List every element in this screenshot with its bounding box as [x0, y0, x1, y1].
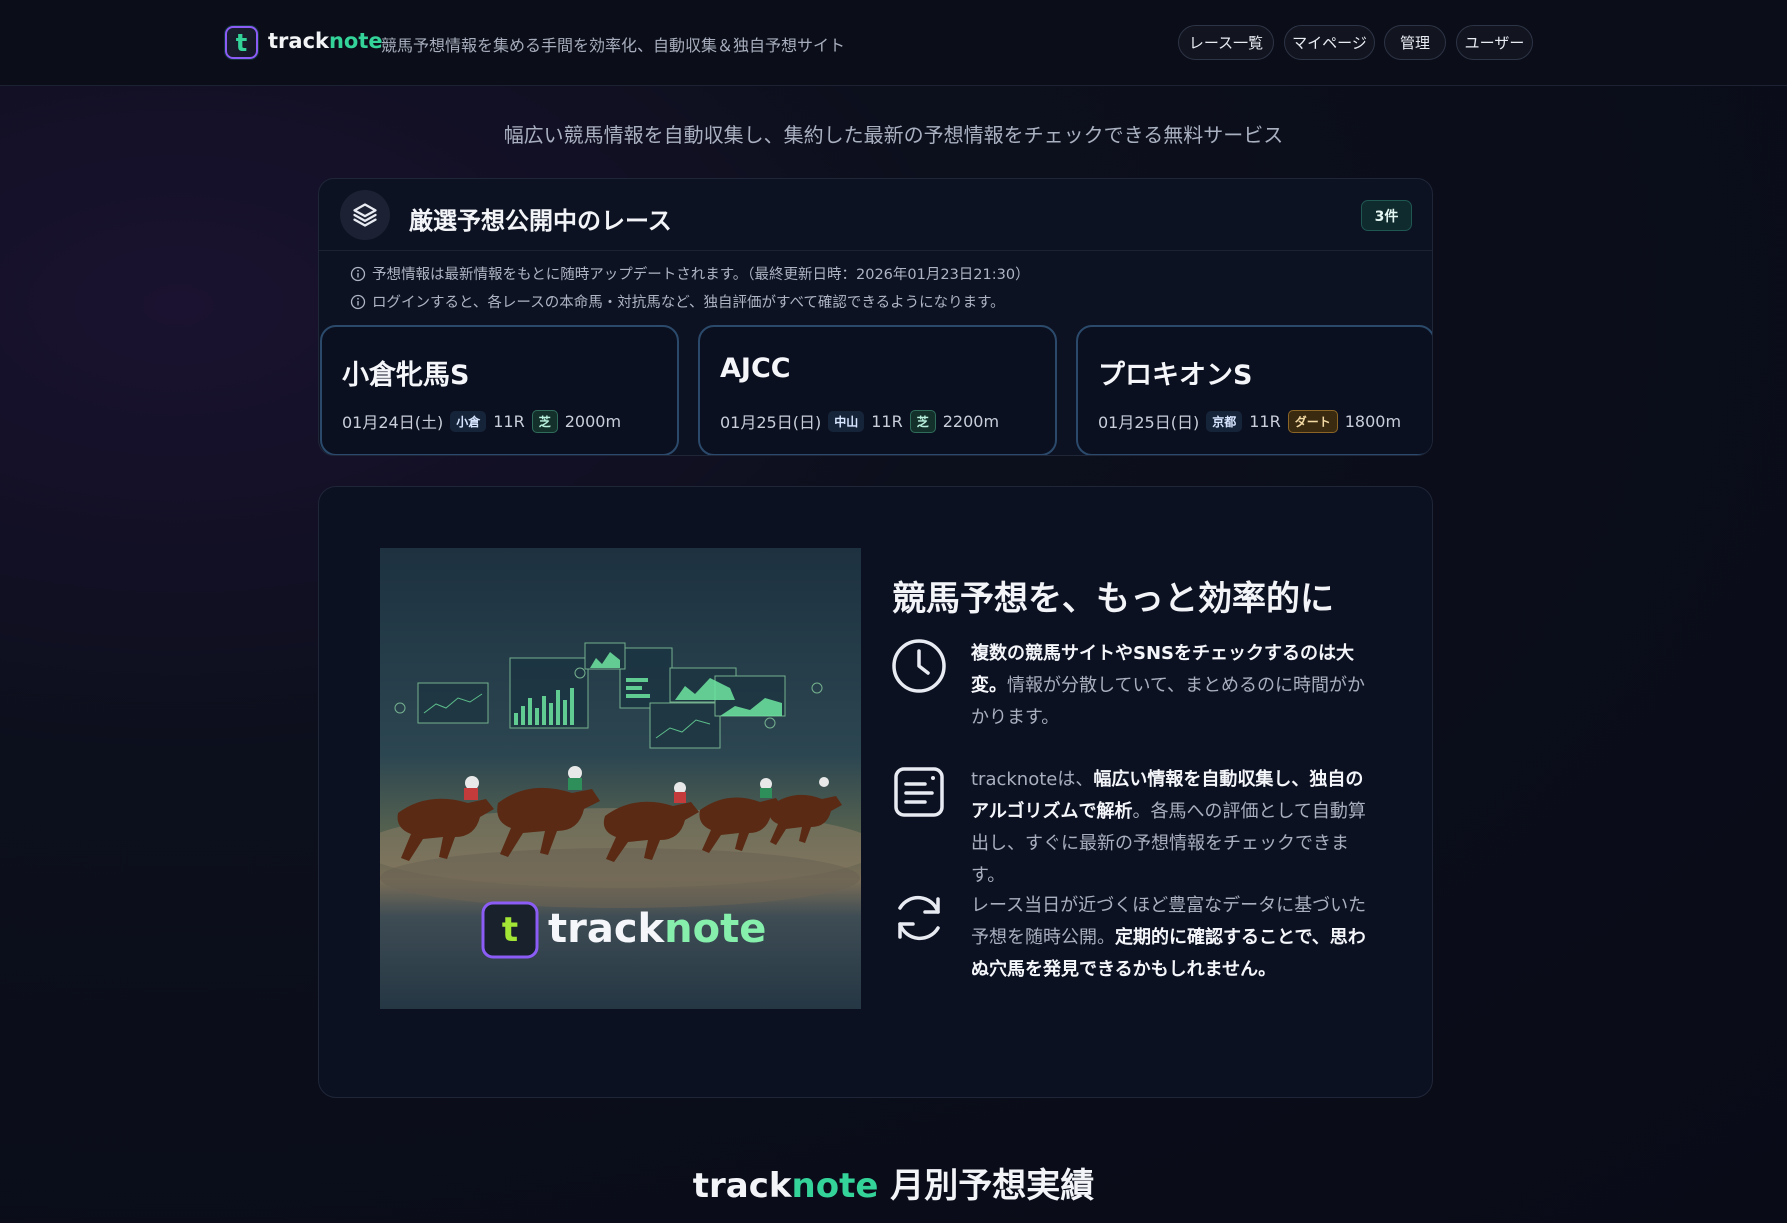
feature-text: レース当日が近づくほど豊富なデータに基づいた予想を随時公開。定期的に確認すること… — [971, 890, 1371, 986]
login-note-text: ログインすると、各レースの本命馬・対抗馬など、独自評価がすべて確認できるようにな… — [372, 295, 1005, 311]
race-card[interactable]: プロキオンS 01月25日(日) 京都 11R ダート 1800m — [1076, 325, 1432, 455]
feature-lead: tracknoteは、 — [971, 769, 1094, 790]
race-distance: 1800m — [1344, 411, 1402, 431]
featured-title: 厳選予想公開中のレース — [409, 207, 672, 235]
nav-race-list-button[interactable]: レース一覧 — [1178, 25, 1274, 60]
course-chip: 京都 — [1206, 410, 1243, 432]
surface-chip: 芝 — [531, 409, 558, 433]
brand-name[interactable]: tracknote — [268, 29, 383, 53]
feature-text: 複数の競馬サイトやSNSをチェックするのは大変。情報が分散していて、まとめるのに… — [971, 638, 1371, 734]
feature-body: 情報が分散していて、まとめるのに時間がかかります。 — [971, 675, 1366, 728]
race-meta: 01月24日(土) 小倉 11R 芝 2000m — [342, 409, 628, 433]
logo-icon[interactable]: t — [225, 26, 258, 59]
surface-chip: ダート — [1287, 409, 1338, 433]
race-number: 11R — [871, 411, 903, 431]
monthly-title: 月別予想実績 — [890, 1166, 1095, 1206]
course-chip: 中山 — [828, 410, 865, 432]
brand-part-note: note — [328, 29, 383, 53]
monthly-brand-note: note — [791, 1166, 879, 1206]
course-chip: 小倉 — [450, 410, 487, 432]
illustration-brand-part-note: note — [664, 906, 767, 952]
race-meta: 01月25日(日) 中山 11R 芝 2200m — [720, 409, 1006, 433]
featured-header: 厳選予想公開中のレース 3件 — [319, 179, 1432, 251]
surface-chip: 芝 — [909, 409, 936, 433]
info-icon — [350, 294, 366, 309]
race-meta: 01月25日(日) 京都 11R ダート 1800m — [1098, 409, 1408, 433]
feature-item: 複数の競馬サイトやSNSをチェックするのは大変。情報が分散していて、まとめるのに… — [891, 638, 1371, 738]
race-count-badge: 3件 — [1361, 200, 1412, 231]
illustration-brand-part-track: track — [548, 906, 665, 952]
race-name: AJCC — [720, 353, 791, 384]
race-date: 01月25日(日) — [1098, 413, 1200, 432]
monthly-results-heading: tracknote 月別予想実績 — [0, 1158, 1787, 1207]
nav-admin-button[interactable]: 管理 — [1384, 25, 1446, 60]
feature-item: レース当日が近づくほど豊富なデータに基づいた予想を随時公開。定期的に確認すること… — [891, 890, 1371, 990]
about-title: 競馬予想を、もっと効率的に — [892, 579, 1334, 619]
document-icon — [894, 767, 944, 817]
clock-icon — [892, 639, 946, 693]
info-icon — [350, 266, 366, 281]
race-distance: 2200m — [942, 411, 1000, 431]
nav-mypage-button[interactable]: マイページ — [1284, 25, 1375, 60]
refresh-icon — [898, 895, 940, 941]
site-header: t tracknote 競馬予想情報を集める手間を効率化、自動収集＆独自予想サイ… — [0, 0, 1787, 86]
feature-text: tracknoteは、幅広い情報を自動収集し、独自のアルゴリズムで解析。各馬への… — [971, 764, 1371, 892]
race-name: プロキオンS — [1098, 360, 1253, 391]
login-note: ログインすると、各レースの本命馬・対抗馬など、独自評価がすべて確認できるようにな… — [350, 291, 1005, 312]
feature-item: tracknoteは、幅広い情報を自動収集し、独自のアルゴリズムで解析。各馬への… — [891, 764, 1371, 886]
race-date: 01月25日(日) — [720, 413, 822, 432]
featured-races-panel: 厳選予想公開中のレース 3件 予想情報は最新情報をもとに随時アップデートされます… — [318, 178, 1433, 456]
race-name: 小倉牝馬S — [342, 360, 470, 391]
illustration-logo-letter: t — [501, 910, 519, 950]
illustration-brand: tracknote — [548, 906, 766, 952]
race-card[interactable]: 小倉牝馬S 01月24日(土) 小倉 11R 芝 2000m — [320, 325, 679, 455]
site-tagline: 競馬予想情報を集める手間を効率化、自動収集＆独自予想サイト — [381, 36, 846, 55]
race-number: 11R — [493, 411, 525, 431]
layers-icon — [340, 190, 390, 240]
update-note: 予想情報は最新情報をもとに随時アップデートされます。（最終更新日時：2026年0… — [350, 263, 1030, 284]
about-panel: t tracknote 競馬予想を、もっと効率的に 複数の競馬サイトやSNSをチ… — [318, 486, 1433, 1098]
brand-part-track: track — [268, 29, 329, 53]
race-date: 01月24日(土) — [342, 413, 444, 432]
update-note-text: 予想情報は最新情報をもとに随時アップデートされます。（最終更新日時：2026年0… — [372, 267, 1030, 283]
hero-text: 幅広い競馬情報を自動収集し、集約した最新の予想情報をチェックできる無料サービス — [503, 123, 1284, 147]
race-distance: 2000m — [564, 411, 622, 431]
race-number: 11R — [1249, 411, 1281, 431]
monthly-brand-track: track — [692, 1166, 792, 1206]
nav-user-button[interactable]: ユーザー — [1456, 25, 1533, 60]
horse-racing-illustration: t tracknote — [380, 548, 861, 1009]
race-card[interactable]: AJCC 01月25日(日) 中山 11R 芝 2200m — [698, 325, 1057, 455]
